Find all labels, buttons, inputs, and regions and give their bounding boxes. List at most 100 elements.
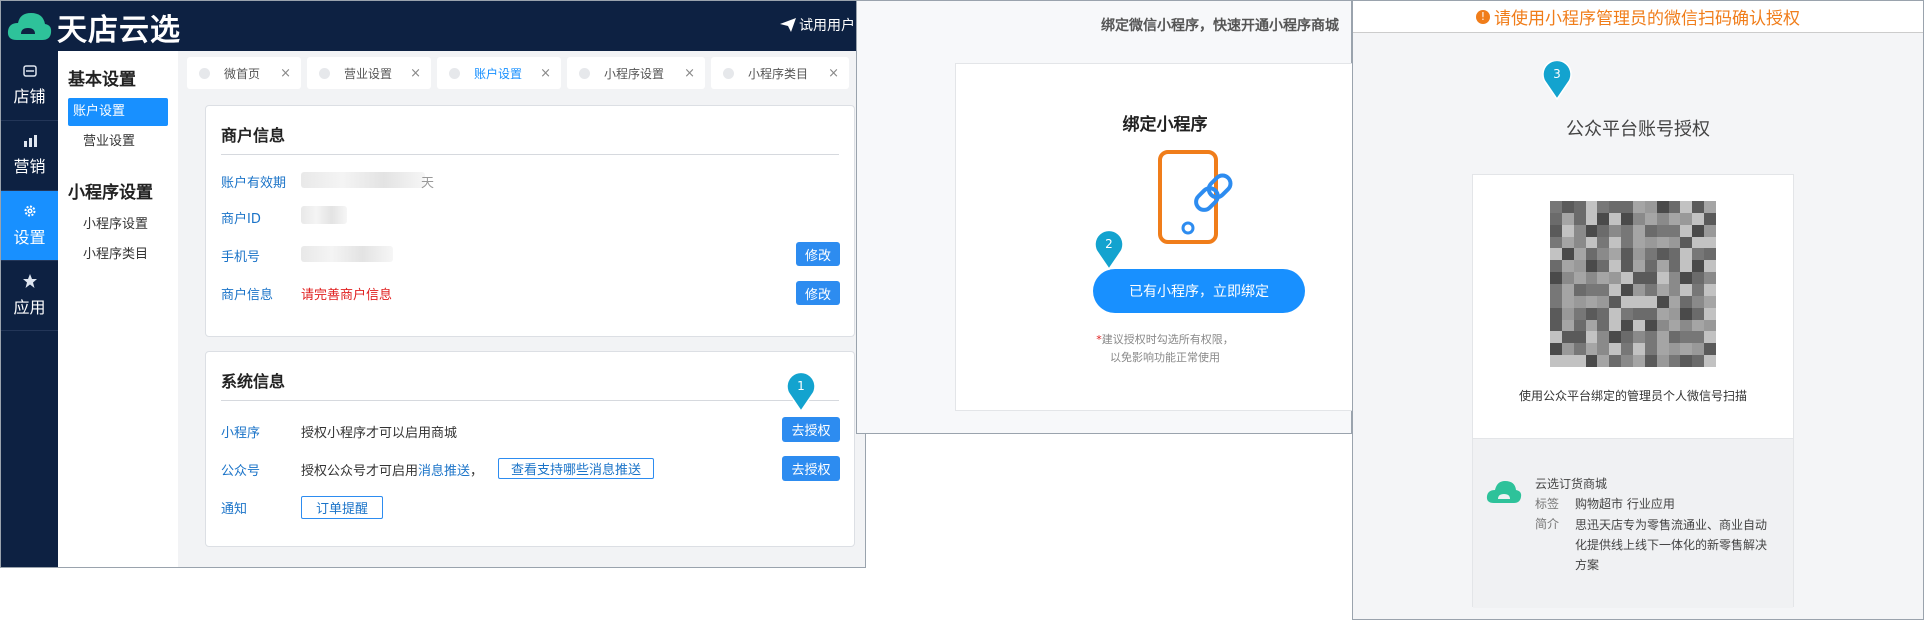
submenu-item-mini-category[interactable]: 小程序类目 [68, 241, 168, 269]
qr-cell [1692, 236, 1705, 249]
qr-cell [1609, 331, 1622, 344]
qr-cell [1561, 236, 1574, 249]
qr-cell [1597, 307, 1610, 320]
submenu-item-account[interactable]: 账户设置 [68, 98, 168, 126]
oa-comma: ， [470, 464, 484, 479]
notice-label: 通知 [221, 502, 248, 517]
nav-item-settings[interactable]: 设置 [1, 191, 58, 261]
qr-cell [1680, 236, 1693, 249]
qr-cell [1692, 343, 1705, 356]
qr-cell [1668, 355, 1681, 367]
mini-program-desc: 授权小程序才可以启用商城 [301, 426, 458, 441]
qr-cell [1692, 319, 1705, 332]
tab-mini-settings[interactable]: 小程序设置 × [567, 57, 705, 89]
qr-cell [1680, 212, 1693, 225]
close-icon[interactable]: × [410, 66, 421, 81]
bind-existing-button[interactable]: 已有小程序，立即绑定 [1093, 269, 1305, 313]
qr-cell [1550, 307, 1562, 320]
qr-cell [1573, 355, 1586, 367]
phone-redacted [301, 246, 393, 262]
intro-line: 化提供线上线下一体化的新零售解决 [1575, 538, 1768, 552]
qr-cell [1609, 248, 1622, 261]
mini-program-label: 小程序 [221, 426, 261, 441]
qr-cell [1644, 212, 1657, 225]
tab-home[interactable]: 微首页 × [187, 57, 301, 89]
merchant-info-warning[interactable]: 请完善商户信息 [301, 284, 392, 303]
app-name: 云选订货商城 [1535, 477, 1608, 491]
tab-mini-category[interactable]: 小程序类目 × [711, 57, 849, 89]
bind-title: 绑定小程序 [1122, 115, 1208, 135]
qr-cell [1644, 283, 1657, 296]
qr-cell [1609, 319, 1622, 332]
qr-cell [1585, 319, 1598, 332]
submenu-item-business[interactable]: 营业设置 [68, 128, 168, 156]
tab-business[interactable]: 营业设置 × [307, 57, 431, 89]
qr-cell [1573, 260, 1586, 273]
qr-cell [1704, 201, 1716, 213]
qr-cell [1668, 319, 1681, 332]
qr-cell [1609, 355, 1622, 367]
qr-cell [1573, 212, 1586, 225]
nav-item-store[interactable]: 店铺 [1, 51, 58, 121]
qr-cell [1550, 236, 1562, 249]
qr-cell [1621, 307, 1633, 320]
qr-cell [1668, 295, 1681, 308]
message-push-link[interactable]: 消息推送 [418, 464, 470, 479]
qr-cell [1680, 295, 1693, 308]
modify-info-button[interactable]: 修改 [796, 281, 840, 305]
qr-cell [1680, 224, 1693, 237]
close-icon[interactable]: × [828, 66, 839, 81]
modify-phone-button[interactable]: 修改 [796, 242, 840, 266]
qr-cell [1668, 283, 1681, 296]
nav-item-marketing[interactable]: 营销 [1, 121, 58, 191]
qr-cell [1585, 272, 1598, 284]
submenu-item-mini-settings[interactable]: 小程序设置 [68, 211, 168, 239]
tab-bar: 微首页 × 营业设置 × 账户设置 × 小程序设置 × 小程序类目 × [187, 57, 865, 89]
qr-cell [1704, 248, 1716, 261]
qr-cell [1621, 260, 1633, 273]
supported-push-link[interactable]: 查看支持哪些消息推送 [498, 458, 654, 479]
tab-account[interactable]: 账户设置 × [437, 57, 561, 89]
qr-cell [1621, 212, 1633, 225]
qr-cell [1561, 248, 1574, 261]
app-logo[interactable]: 天店云选 [5, 7, 181, 48]
qr-cell [1585, 283, 1598, 296]
qr-cell [1692, 224, 1705, 237]
tags-value: 购物超市 行业应用 [1575, 497, 1675, 511]
qr-cell [1597, 201, 1610, 213]
qr-cell [1621, 201, 1633, 213]
qr-cell [1585, 236, 1598, 249]
qr-cell [1692, 260, 1705, 273]
qr-cell [1561, 212, 1574, 225]
qr-cell [1644, 272, 1657, 284]
tab-dot [199, 67, 210, 79]
close-icon[interactable]: × [684, 66, 695, 81]
qr-cell [1609, 212, 1622, 225]
nav-item-apps[interactable]: 应用 [1, 261, 58, 331]
qr-cell [1680, 272, 1693, 284]
qr-cell [1632, 248, 1645, 261]
qr-code[interactable] [1550, 201, 1716, 367]
authorize-oa-button[interactable]: 去授权 [782, 456, 840, 481]
qr-cell [1668, 343, 1681, 356]
user-menu[interactable]: 试用用户 [780, 15, 855, 35]
qr-cell [1704, 272, 1716, 284]
validity-label: 账户有效期 [221, 176, 287, 191]
phone-link-icon [1158, 150, 1233, 244]
divider [221, 400, 839, 401]
qr-cell [1597, 212, 1610, 225]
card-title: 商户信息 [221, 126, 286, 145]
step-number: 3 [1553, 67, 1561, 81]
close-icon[interactable]: × [540, 66, 551, 81]
order-reminder-button[interactable]: 订单提醒 [301, 496, 383, 519]
close-icon[interactable]: × [280, 66, 291, 81]
divider [221, 154, 839, 155]
tab-label: 营业设置 [344, 66, 393, 81]
qr-cell [1644, 236, 1657, 249]
authorize-mini-button[interactable]: 去授权 [782, 417, 840, 442]
qr-cell [1704, 283, 1716, 296]
qr-cell [1621, 224, 1633, 237]
note-line-1: 建议授权时勾选所有权限， [1101, 333, 1234, 346]
qr-cell [1704, 295, 1716, 308]
qr-cell [1609, 201, 1622, 213]
